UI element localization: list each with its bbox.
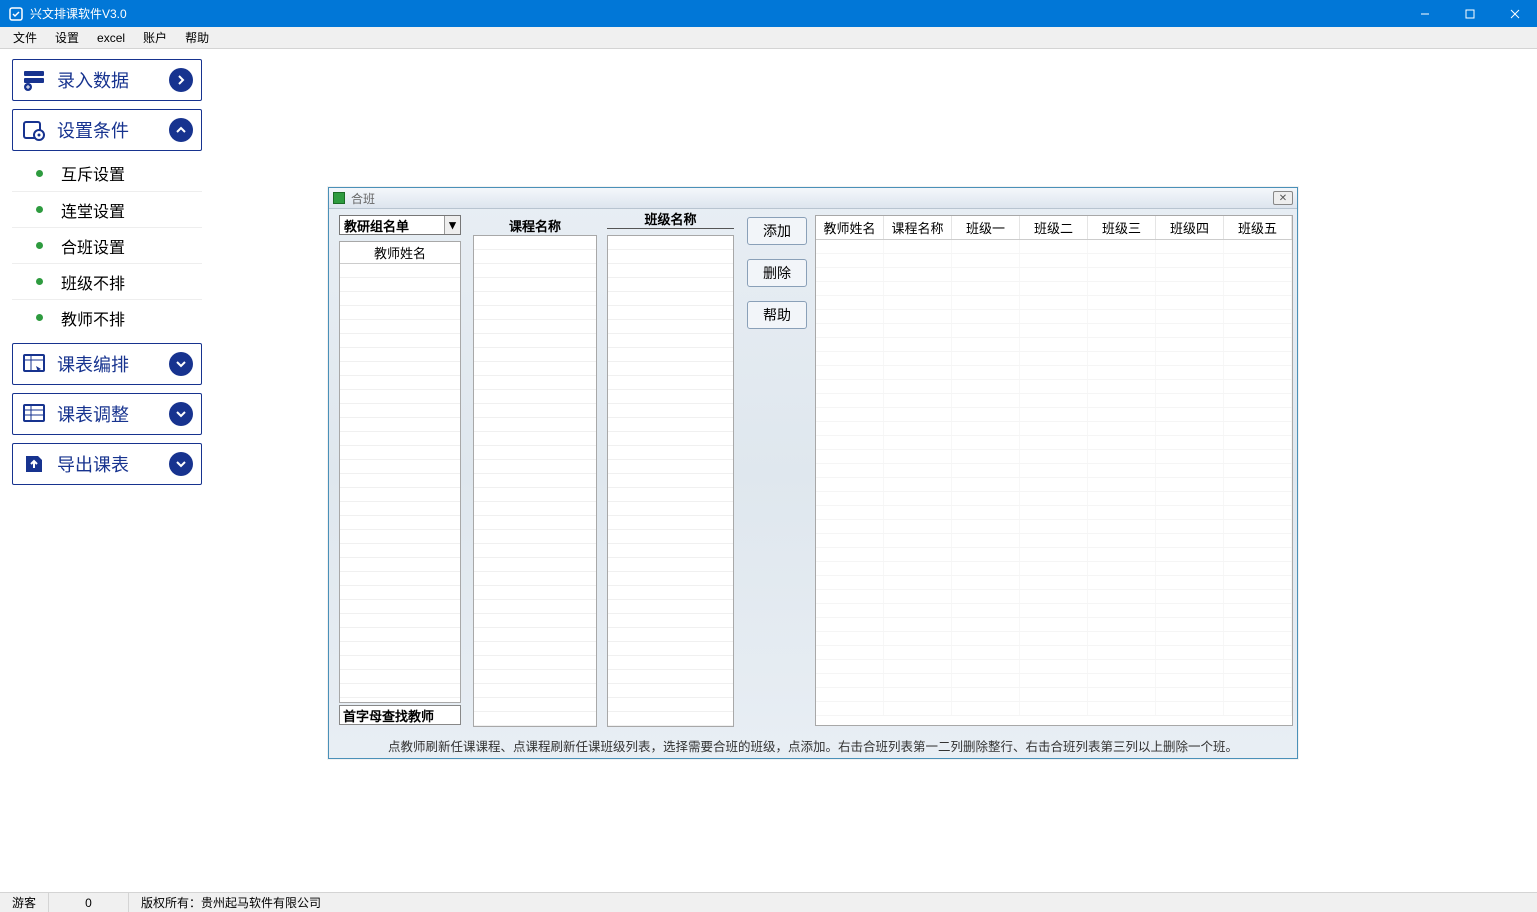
statusbar: 游客 0 版权所有： 贵州起马软件有限公司 bbox=[0, 892, 1537, 912]
course-header: 课程名称 bbox=[473, 215, 597, 235]
hint-text: 点教师刷新任课课程、点课程刷新任课班级列表，选择需要合班的班级，点添加。右击合班… bbox=[329, 732, 1297, 758]
teacher-search-label[interactable]: 首字母查找教师 bbox=[339, 705, 461, 725]
titlebar: 兴文排课软件V3.0 bbox=[0, 0, 1537, 27]
sidebar-item-mutex[interactable]: 互斥设置 bbox=[12, 155, 202, 191]
class-header: 班级名称 bbox=[607, 209, 734, 229]
upload-icon bbox=[21, 451, 47, 477]
grid-col-class4: 班级四 bbox=[1156, 216, 1224, 239]
chevron-right-icon bbox=[169, 68, 193, 92]
help-button[interactable]: 帮助 bbox=[747, 301, 807, 329]
menu-help[interactable]: 帮助 bbox=[176, 27, 218, 48]
copyright-label: 版权所有： bbox=[141, 894, 201, 911]
course-listbox[interactable] bbox=[473, 235, 597, 727]
status-copyright: 版权所有： 贵州起马软件有限公司 bbox=[129, 893, 333, 912]
window-controls bbox=[1402, 0, 1537, 27]
sidebar-item-combine-class[interactable]: 合班设置 bbox=[12, 227, 202, 263]
workspace: 录入数据 设置条件 互斥设置 连堂设置 合班设置 班级不排 教师不排 课表编排 … bbox=[0, 49, 1537, 892]
grid-col-class5: 班级五 bbox=[1224, 216, 1292, 239]
delete-button[interactable]: 删除 bbox=[747, 259, 807, 287]
sidebar-item-teacher-exclude[interactable]: 教师不排 bbox=[12, 299, 202, 335]
data-entry-icon bbox=[21, 67, 47, 93]
menu-file[interactable]: 文件 bbox=[4, 27, 46, 48]
copyright-owner: 贵州起马软件有限公司 bbox=[201, 894, 321, 911]
nav-label: 录入数据 bbox=[57, 67, 169, 93]
sidebar-item-label: 班级不排 bbox=[61, 270, 125, 294]
grid-col-course: 课程名称 bbox=[884, 216, 952, 239]
status-user: 游客 bbox=[0, 893, 49, 912]
status-count: 0 bbox=[49, 893, 129, 912]
sidebar-item-label: 合班设置 bbox=[61, 234, 125, 258]
teacher-group-dropdown[interactable]: 教研组名单 ▾ bbox=[339, 215, 461, 235]
nav-label: 课表编排 bbox=[57, 351, 169, 377]
class-listbox[interactable] bbox=[607, 235, 734, 727]
menu-settings[interactable]: 设置 bbox=[46, 27, 88, 48]
teacher-listbox[interactable]: 教师姓名 bbox=[339, 241, 461, 703]
menu-account[interactable]: 账户 bbox=[134, 27, 176, 48]
chevron-down-icon: ▾ bbox=[444, 216, 460, 234]
dot-icon bbox=[36, 314, 43, 321]
combine-class-grid[interactable]: 教师姓名 课程名称 班级一 班级二 班级三 班级四 班级五 bbox=[815, 215, 1293, 726]
menu-excel[interactable]: excel bbox=[88, 29, 134, 47]
table-icon bbox=[21, 401, 47, 427]
teacher-column: 教研组名单 ▾ 教师姓名 首字母查找教师 bbox=[339, 215, 465, 725]
grid-col-class3: 班级三 bbox=[1088, 216, 1156, 239]
chevron-up-icon bbox=[169, 118, 193, 142]
dot-icon bbox=[36, 170, 43, 177]
dot-icon bbox=[36, 242, 43, 249]
dropdown-value: 教研组名单 bbox=[344, 216, 409, 235]
sidebar-item-label: 教师不排 bbox=[61, 306, 125, 330]
sidebar-item-label: 互斥设置 bbox=[61, 161, 125, 185]
nav-schedule-adjust[interactable]: 课表调整 bbox=[12, 393, 202, 435]
nav-label: 课表调整 bbox=[57, 401, 169, 427]
child-window-title: 合班 bbox=[351, 190, 375, 207]
child-close-button[interactable]: ✕ bbox=[1273, 191, 1293, 205]
nav-export[interactable]: 导出课表 bbox=[12, 443, 202, 485]
close-button[interactable] bbox=[1492, 0, 1537, 27]
table-cursor-icon bbox=[21, 351, 47, 377]
chevron-down-icon bbox=[169, 402, 193, 426]
child-window-combine-class: 合班 ✕ 教研组名单 ▾ 教师姓名 首字母查找教师 课程名称 bbox=[328, 187, 1298, 759]
nav-input-data[interactable]: 录入数据 bbox=[12, 59, 202, 101]
course-column: 课程名称 bbox=[473, 215, 597, 727]
app-icon bbox=[8, 6, 24, 22]
side-panel: 录入数据 设置条件 互斥设置 连堂设置 合班设置 班级不排 教师不排 课表编排 … bbox=[12, 59, 202, 493]
gear-icon bbox=[21, 117, 47, 143]
teacher-list-header: 教师姓名 bbox=[340, 242, 460, 264]
child-titlebar: 合班 ✕ bbox=[329, 188, 1297, 209]
child-body: 教研组名单 ▾ 教师姓名 首字母查找教师 课程名称 班级名称 bbox=[329, 209, 1297, 732]
dot-icon bbox=[36, 206, 43, 213]
chevron-down-icon bbox=[169, 452, 193, 476]
menubar: 文件 设置 excel 账户 帮助 bbox=[0, 27, 1537, 49]
nav-sublist: 互斥设置 连堂设置 合班设置 班级不排 教师不排 bbox=[12, 155, 202, 335]
nav-schedule-arrange[interactable]: 课表编排 bbox=[12, 343, 202, 385]
sidebar-item-consecutive[interactable]: 连堂设置 bbox=[12, 191, 202, 227]
nav-set-conditions[interactable]: 设置条件 bbox=[12, 109, 202, 151]
grid-col-class1: 班级一 bbox=[952, 216, 1020, 239]
grid-col-class2: 班级二 bbox=[1020, 216, 1088, 239]
grid-col-teacher: 教师姓名 bbox=[816, 216, 884, 239]
sidebar-item-class-exclude[interactable]: 班级不排 bbox=[12, 263, 202, 299]
nav-label: 导出课表 bbox=[57, 451, 169, 477]
dot-icon bbox=[36, 278, 43, 285]
window-title: 兴文排课软件V3.0 bbox=[30, 5, 1402, 22]
class-column: 班级名称 bbox=[607, 209, 734, 727]
minimize-button[interactable] bbox=[1402, 0, 1447, 27]
maximize-button[interactable] bbox=[1447, 0, 1492, 27]
chevron-down-icon bbox=[169, 352, 193, 376]
grid-header: 教师姓名 课程名称 班级一 班级二 班级三 班级四 班级五 bbox=[816, 216, 1292, 240]
add-button[interactable]: 添加 bbox=[747, 217, 807, 245]
sidebar-item-label: 连堂设置 bbox=[61, 198, 125, 222]
action-buttons: 添加 删除 帮助 bbox=[747, 217, 807, 329]
window-icon bbox=[333, 192, 345, 204]
nav-label: 设置条件 bbox=[57, 117, 169, 143]
